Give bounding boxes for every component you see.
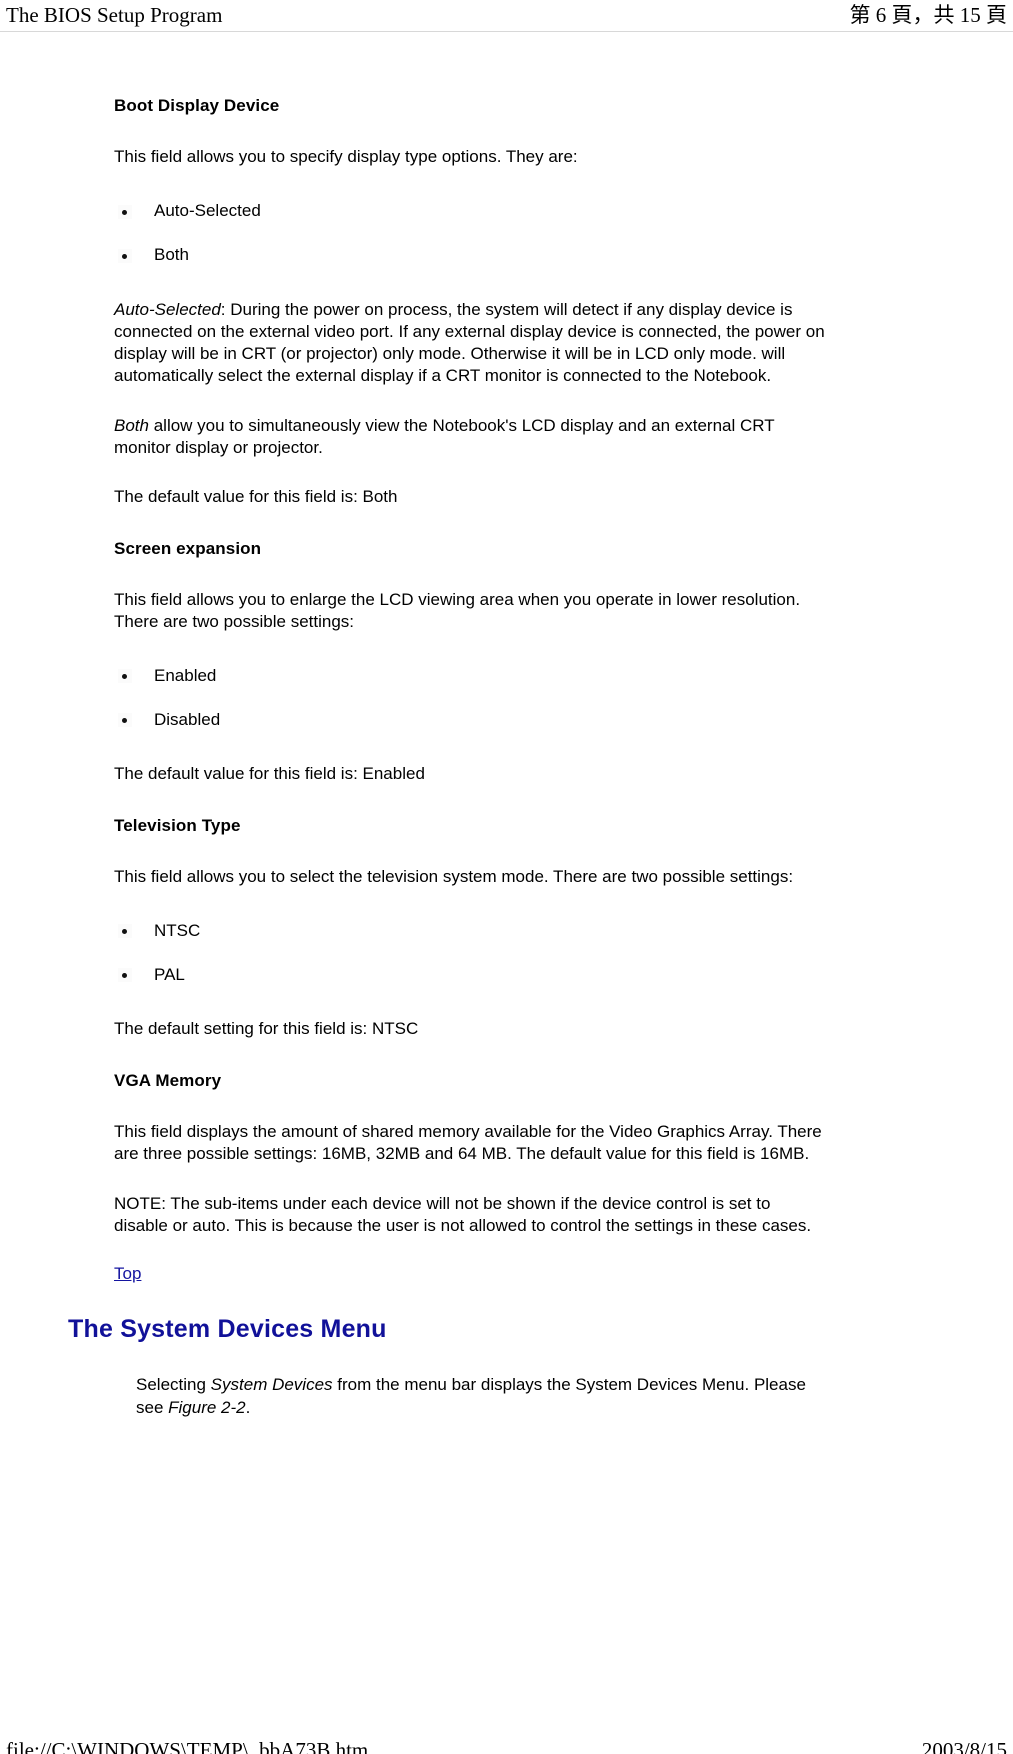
list-item-label: NTSC [154, 921, 201, 941]
section-heading: Screen expansion [114, 538, 262, 558]
section-boot-display-device: Boot Display Device This field allows yo… [114, 96, 828, 509]
paragraph-system-devices: Selecting System Devices from the menu b… [136, 1374, 836, 1419]
section-intro-text: This field allows you to select the tele… [114, 867, 794, 887]
list-item: Disabled [114, 698, 828, 742]
section-television-type: Television Type This field allows you to… [114, 816, 828, 1041]
bullet-dot-icon [118, 968, 132, 983]
paragraph-lead-italic: Auto-Selected [114, 299, 221, 319]
paragraph-italic-figure-ref: Figure 2-2 [168, 1397, 246, 1417]
print-footer-path: file://C:\WINDOWS\TEMP\_bbA73B.htm [6, 1738, 369, 1754]
document-page: The BIOS Setup Program 第 6 頁，共 15 頁 Boot… [0, 0, 1013, 1754]
list-item-label: Enabled [154, 666, 217, 686]
paragraph-italic-system-devices: System Devices [210, 1375, 333, 1395]
section-heading: VGA Memory [114, 1070, 222, 1090]
bullet-dot-icon [118, 248, 132, 263]
default-value-note: The default setting for this field is: N… [114, 1019, 419, 1039]
note-text: NOTE: The sub-items under each device wi… [114, 1193, 812, 1235]
bullet-dot-icon [118, 669, 132, 684]
document-content: Boot Display Device This field allows yo… [0, 96, 1013, 1419]
list-item: PAL [114, 953, 828, 997]
bullet-dot-icon [118, 713, 132, 728]
list-item-label: Auto-Selected [154, 201, 261, 221]
section-heading: Television Type [114, 815, 241, 835]
header-divider [0, 31, 1013, 32]
list-item-label: Disabled [154, 710, 221, 730]
section-intro-text: This field displays the amount of shared… [114, 1122, 822, 1164]
print-header-page-indicator: 第 6 頁，共 15 頁 [849, 3, 1008, 27]
list-item-label: Both [154, 245, 189, 265]
section-intro-text: This field allows you to specify display… [114, 147, 578, 167]
page-title: The System Devices Menu [68, 1315, 387, 1344]
print-header-title: The BIOS Setup Program [6, 3, 223, 27]
section-screen-expansion: Screen expansion This field allows you t… [114, 539, 828, 786]
print-header: The BIOS Setup Program 第 6 頁，共 15 頁 [0, 0, 1013, 32]
list-item: Both [114, 234, 828, 278]
system-devices-description: Selecting System Devices from the menu b… [136, 1374, 836, 1419]
bullet-dot-icon [118, 204, 132, 219]
paragraph-part-3: . [245, 1397, 251, 1417]
paragraph-auto-selected: Auto-Selected: During the power on proce… [114, 299, 828, 388]
section-heading: Boot Display Device [114, 96, 280, 115]
section-vga-memory: VGA Memory This field displays the amoun… [114, 1071, 828, 1285]
paragraph-body: : During the power on process, the syste… [114, 299, 825, 386]
list-item: NTSC [114, 909, 828, 953]
list-item: Auto-Selected [114, 190, 828, 234]
paragraph-body: allow you to simultaneously view the Not… [114, 415, 775, 457]
system-devices-heading-wrap: The System Devices Menu [68, 1314, 1013, 1344]
paragraph-part-1: Selecting [136, 1375, 211, 1395]
print-footer-date: 2003/8/15 [921, 1738, 1007, 1754]
paragraph-lead-italic: Both [114, 415, 149, 435]
bullet-dot-icon [118, 924, 132, 939]
bullet-list: Auto-Selected Both [114, 190, 828, 278]
bullet-list: NTSC PAL [114, 909, 828, 997]
default-value-note: The default value for this field is: Ena… [114, 764, 425, 784]
list-item: Enabled [114, 654, 828, 698]
top-anchor-link[interactable]: Top [114, 1264, 141, 1283]
bullet-list: Enabled Disabled [114, 654, 828, 742]
section-intro-text: This field allows you to enlarge the LCD… [114, 589, 801, 632]
print-footer: file://C:\WINDOWS\TEMP\_bbA73B.htm 2003/… [0, 1724, 1013, 1754]
default-value-note: The default value for this field is: Bot… [114, 487, 398, 507]
paragraph-both: Both allow you to simultaneously view th… [114, 415, 828, 460]
list-item-label: PAL [154, 965, 185, 985]
